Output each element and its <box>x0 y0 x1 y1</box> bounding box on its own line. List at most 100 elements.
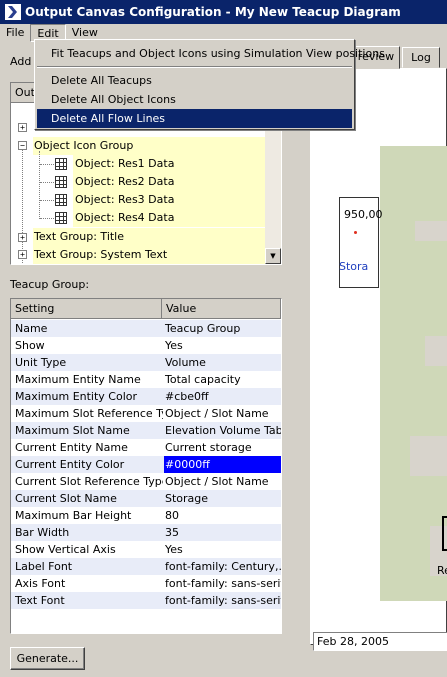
table-icon <box>55 194 67 206</box>
table-row[interactable]: Show Yes <box>11 337 281 354</box>
table-row[interactable]: Current Slot Reference Type Object / Slot… <box>11 473 281 490</box>
tree-line <box>40 164 54 165</box>
tree-line <box>40 200 54 201</box>
title-bar: Output Canvas Configuration - My New Tea… <box>0 0 447 24</box>
teacup-group-label: Teacup Group: <box>10 278 90 291</box>
table-row[interactable]: Maximum Slot Reference TypeObject / Slot… <box>11 405 281 422</box>
setting-cell: Maximum Slot Reference Type <box>15 407 163 420</box>
setting-cell: Label Font <box>15 560 73 573</box>
setting-cell: Maximum Slot Name <box>15 424 130 437</box>
node-label-2: Re <box>437 564 447 577</box>
tree-item-res4[interactable]: Object: Res4 Data <box>73 209 266 227</box>
tab-log[interactable]: Log <box>402 47 440 68</box>
table-row[interactable]: Current Entity Name Current storage <box>11 439 281 456</box>
value-cell[interactable]: Teacup Group <box>164 320 281 337</box>
setting-cell: Current Slot Reference Type <box>15 475 163 488</box>
table-icon <box>55 212 67 224</box>
edit-menu-dropdown: Fit Teacups and Object Icons using Simul… <box>34 39 385 130</box>
node-box-2 <box>442 516 447 551</box>
menu-separator <box>37 66 352 68</box>
value-cell[interactable]: font-family: sans-serif; <box>164 575 281 592</box>
table-row[interactable]: Text Font font-family: sans-serif; <box>11 592 281 609</box>
setting-cell: Maximum Bar Height <box>15 509 132 522</box>
setting-cell: Maximum Entity Name <box>15 373 141 386</box>
setting-cell: Bar Width <box>15 526 70 539</box>
teacup-node[interactable]: 950,00 Stora <box>339 197 383 288</box>
tree-line <box>39 151 40 219</box>
map-image <box>380 146 447 601</box>
menu-item-delete-object-icons[interactable]: Delete All Object Icons <box>37 90 352 109</box>
node-link[interactable]: Stora <box>339 260 368 273</box>
preview-panel: review Log 950,00 Stora Re Feb 28, 2005 <box>310 46 447 677</box>
value-cell[interactable]: Volume <box>164 354 281 371</box>
tree-item-object-icon-group[interactable]: Object Icon Group <box>33 137 266 155</box>
table-row[interactable]: Label Font font-family: Century,... <box>11 558 281 575</box>
value-cell[interactable]: #0000ff <box>164 456 281 473</box>
value-cell[interactable]: Object / Slot Name <box>164 405 281 422</box>
window-title: Output Canvas Configuration - My New Tea… <box>25 5 401 19</box>
setting-cell: Show Vertical Axis <box>15 543 116 556</box>
tree-item-text-title[interactable]: Text Group: Title <box>33 228 266 246</box>
menu-file[interactable]: File <box>0 24 30 42</box>
table-row[interactable]: Current Slot Name Storage <box>11 490 281 507</box>
value-cell[interactable]: font-family: sans-serif; <box>164 592 281 609</box>
tree-line <box>40 182 54 183</box>
setting-cell: Show <box>15 339 45 352</box>
value-cell[interactable]: font-family: Century,... <box>164 558 281 575</box>
table-icon <box>55 158 67 170</box>
scroll-down-icon[interactable]: ▼ <box>265 248 281 264</box>
tree-line <box>40 218 54 219</box>
setting-cell: Unit Type <box>15 356 67 369</box>
column-header-setting[interactable]: Setting <box>11 299 162 319</box>
tree-item-text-system[interactable]: Text Group: System Text <box>33 246 266 264</box>
setting-cell: Current Entity Name <box>15 441 128 454</box>
value-cell[interactable]: 35 <box>164 524 281 541</box>
setting-cell: Maximum Entity Color <box>15 390 138 403</box>
setting-cell: Current Entity Color <box>15 458 125 471</box>
value-cell[interactable]: 80 <box>164 507 281 524</box>
value-cell[interactable]: #cbe0ff <box>164 388 281 405</box>
table-row[interactable]: Axis Font font-family: sans-serif; <box>11 575 281 592</box>
setting-cell: Axis Font <box>15 577 66 590</box>
table-icon <box>55 176 67 188</box>
value-cell[interactable]: Yes <box>164 337 281 354</box>
settings-table[interactable]: Setting Value Name Teacup Group Show Yes Uni… <box>10 298 282 634</box>
value-cell[interactable]: Elevation Volume Table <box>164 422 281 439</box>
tree-item-res3[interactable]: Object: Res3 Data <box>73 191 266 209</box>
expand-icon[interactable]: + <box>18 233 27 242</box>
value-cell[interactable]: Yes <box>164 541 281 558</box>
tree-item-res1[interactable]: Object: Res1 Data <box>73 155 266 173</box>
node-value: 950,00 <box>344 208 383 221</box>
value-cell[interactable]: Object / Slot Name <box>164 473 281 490</box>
table-row[interactable]: Current Entity Color #0000ff <box>11 456 281 473</box>
table-row[interactable]: Maximum Bar Height 80 <box>11 507 281 524</box>
generate-button[interactable]: Generate... <box>10 647 85 670</box>
collapse-icon[interactable]: − <box>18 141 27 150</box>
setting-cell: Current Slot Name <box>15 492 117 505</box>
menu-item-fit-teacups[interactable]: Fit Teacups and Object Icons using Simul… <box>37 44 385 63</box>
add-label: Add <box>10 55 32 68</box>
expand-icon[interactable]: + <box>18 250 27 259</box>
table-row[interactable]: Name Teacup Group <box>11 320 281 337</box>
table-row[interactable]: Bar Width 35 <box>11 524 281 541</box>
table-row[interactable]: Maximum Entity Color #cbe0ff <box>11 388 281 405</box>
table-row[interactable]: Maximum Entity Name Total capacity <box>11 371 281 388</box>
value-cell[interactable]: Current storage <box>164 439 281 456</box>
app-icon <box>5 4 21 20</box>
tree-line <box>22 141 23 264</box>
tree-item-res2[interactable]: Object: Res2 Data <box>73 173 266 191</box>
setting-cell: Name <box>15 322 48 335</box>
date-field[interactable]: Feb 28, 2005 <box>313 632 447 651</box>
menu-item-delete-teacups[interactable]: Delete All Teacups <box>37 71 352 90</box>
table-row[interactable]: Show Vertical Axis Yes <box>11 541 281 558</box>
setting-cell: Text Font <box>15 594 65 607</box>
menu-item-delete-flow-lines[interactable]: Delete All Flow Lines <box>37 109 352 128</box>
table-row[interactable]: Unit Type Volume <box>11 354 281 371</box>
value-cell[interactable]: Storage <box>164 490 281 507</box>
table-row[interactable]: Maximum Slot Name Elevation Volume Table <box>11 422 281 439</box>
expand-icon[interactable]: + <box>18 123 27 132</box>
node-marker <box>354 231 357 234</box>
value-cell[interactable]: Total capacity <box>164 371 281 388</box>
preview-canvas: 950,00 Stora Re Feb 28, 2005 <box>310 68 447 651</box>
column-header-value[interactable]: Value <box>162 299 281 319</box>
